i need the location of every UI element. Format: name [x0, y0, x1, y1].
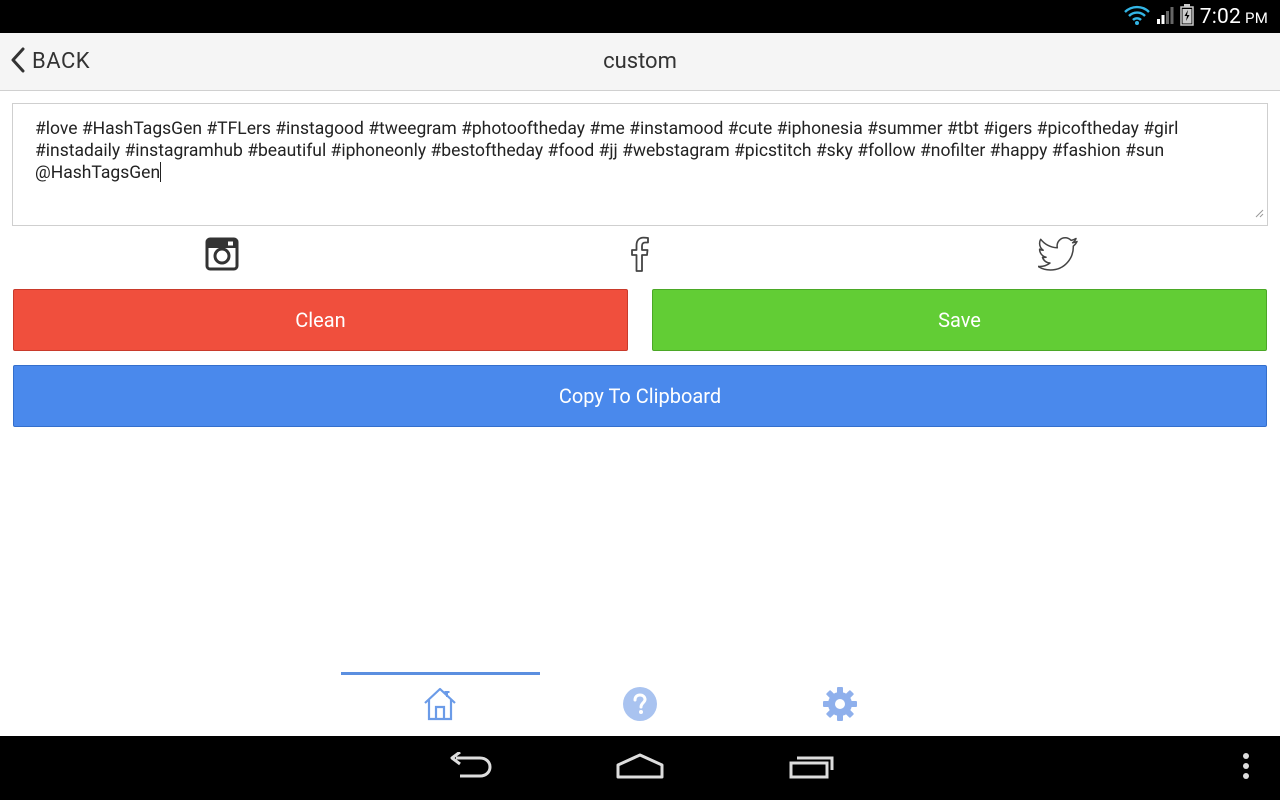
active-tab-indicator — [341, 672, 540, 675]
chevron-left-icon — [10, 47, 26, 77]
more-vertical-icon — [1242, 752, 1250, 784]
help-icon — [622, 686, 658, 726]
gear-icon — [822, 686, 858, 726]
hashtag-text-wrapper: #love #HashTagsGen #TFLers #instagood #t… — [35, 118, 1245, 184]
text-caret — [160, 162, 162, 182]
clean-button-label: Clean — [295, 308, 346, 332]
save-button-label: Save — [938, 308, 981, 332]
hashtag-textarea[interactable]: #love #HashTagsGen #TFLers #instagood #t… — [12, 103, 1268, 226]
clock-ampm: PM — [1245, 8, 1268, 27]
bottom-tab-bar — [0, 672, 1280, 736]
twitter-icon[interactable] — [1035, 234, 1081, 274]
facebook-icon[interactable] — [620, 234, 660, 274]
home-nav-icon — [615, 753, 665, 783]
battery-icon — [1179, 3, 1194, 30]
clean-button[interactable]: Clean — [13, 289, 628, 351]
recent-apps-icon — [788, 753, 836, 783]
clock: 7:02 PM — [1200, 5, 1268, 29]
tab-settings[interactable] — [810, 680, 870, 732]
copy-to-clipboard-button[interactable]: Copy To Clipboard — [13, 365, 1267, 427]
status-icons: 7:02 PM — [1123, 0, 1268, 33]
tab-home[interactable] — [410, 680, 470, 732]
status-bar: 7:02 PM — [0, 0, 1280, 33]
back-nav-button[interactable] — [440, 736, 500, 800]
back-label: BACK — [32, 49, 91, 74]
tab-help[interactable] — [610, 680, 670, 732]
system-nav-bar — [0, 736, 1280, 800]
signal-icon — [1156, 5, 1174, 29]
instagram-icon[interactable] — [202, 234, 242, 274]
header-bar: BACK custom — [0, 33, 1280, 91]
recent-apps-button[interactable] — [782, 736, 842, 800]
page-title: custom — [603, 49, 677, 74]
home-nav-button[interactable] — [610, 736, 670, 800]
resize-grip-icon[interactable] — [1254, 203, 1264, 222]
hashtag-text: #love #HashTagsGen #TFLers #instagood #t… — [35, 119, 1179, 183]
clock-time: 7:02 — [1199, 4, 1242, 29]
wifi-icon — [1123, 4, 1150, 30]
copy-button-label: Copy To Clipboard — [558, 384, 722, 408]
home-icon — [422, 686, 458, 726]
share-row — [0, 234, 1280, 274]
save-button[interactable]: Save — [652, 289, 1267, 351]
back-button[interactable]: BACK — [10, 33, 90, 90]
overflow-menu-button[interactable] — [1232, 736, 1260, 800]
back-arrow-icon — [446, 750, 494, 784]
